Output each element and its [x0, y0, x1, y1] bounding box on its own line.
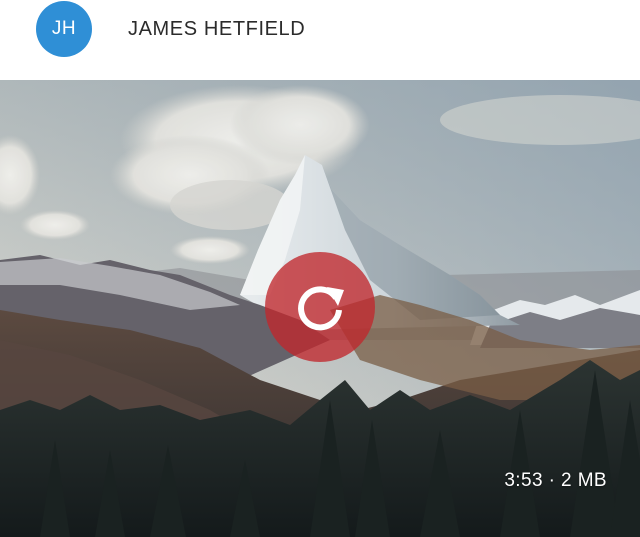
media-attachment[interactable]: 3:53 · 2 MB — [0, 80, 640, 537]
media-size: 2 MB — [561, 470, 607, 491]
media-meta-separator: · — [548, 470, 556, 491]
message-header: JH JAMES HETFIELD — [0, 0, 640, 80]
avatar[interactable]: JH — [36, 1, 92, 57]
avatar-initials: JH — [51, 18, 77, 39]
user-name: JAMES HETFIELD — [128, 18, 306, 40]
media-meta: 3:53 · 2 MB — [504, 470, 607, 492]
media-duration: 3:53 — [504, 470, 543, 491]
retry-icon — [298, 286, 344, 331]
retry-button[interactable] — [265, 252, 375, 362]
